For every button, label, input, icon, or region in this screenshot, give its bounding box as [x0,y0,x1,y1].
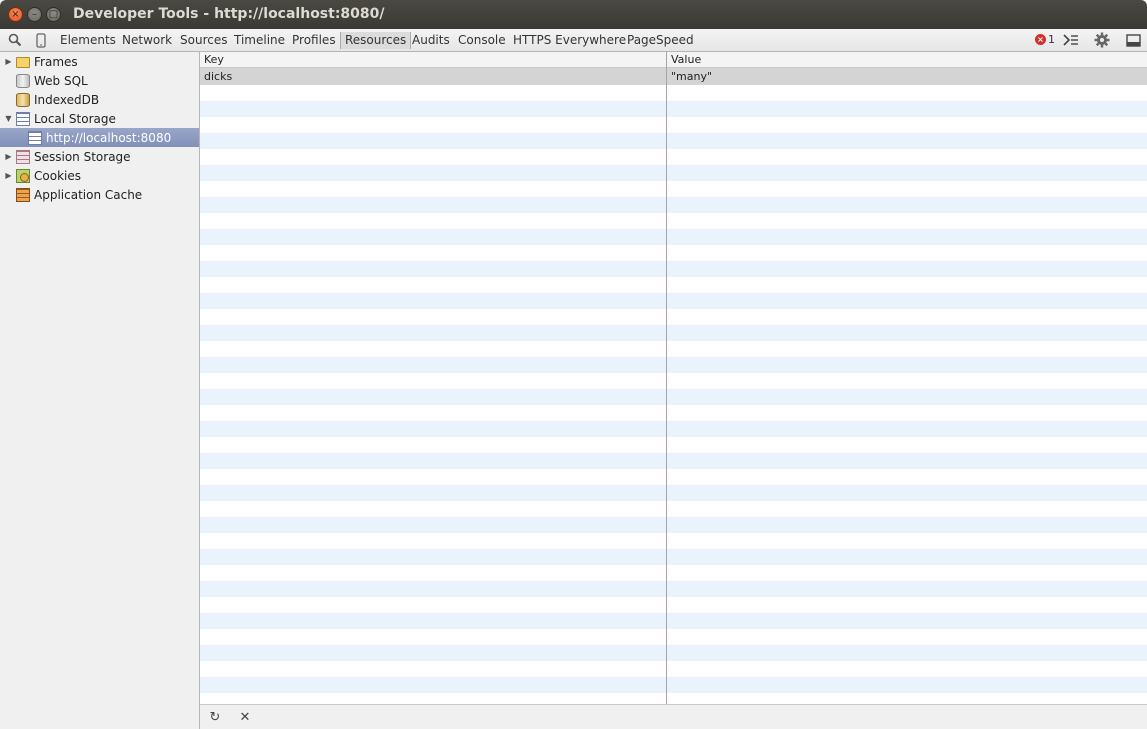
delete-icon: ✕ [239,709,251,725]
window-title: Developer Tools - http://localhost:8080/ [73,6,385,22]
console-drawer-icon[interactable] [1063,32,1079,48]
storage-data-grid: Key Value dicks "many" [200,52,1147,704]
delete-button[interactable]: ✕ [237,709,253,725]
devtools-toolbar: Elements Network Sources Timeline Profil… [0,29,1147,52]
folder-icon [16,57,30,68]
tab-elements[interactable]: Elements [56,32,120,49]
tab-profiles[interactable]: Profiles [288,32,340,49]
sidebar-item-label: http://localhost:8080 [46,130,172,145]
sidebar-item-cookies[interactable]: ▶ Cookies [0,166,199,185]
storage-grid-icon [16,149,30,164]
storage-statusbar: ↻ ✕ [200,704,1147,729]
search-icon[interactable] [7,32,23,48]
sidebar-item-frames[interactable]: ▶ Frames [0,52,199,71]
maximize-icon: □ [48,8,59,20]
error-counter[interactable]: × 1 [1035,33,1055,46]
resources-sidebar: ▶ Frames Web SQL IndexedDB ▼ Local Stora… [0,52,200,729]
disclosure-triangle[interactable]: ▶ [4,152,13,161]
refresh-icon: ↻ [209,709,221,725]
refresh-button[interactable]: ↻ [207,709,223,725]
grid-header: Key Value [200,52,1147,68]
sidebar-item-indexeddb[interactable]: IndexedDB [0,90,199,109]
tab-timeline[interactable]: Timeline [230,32,289,49]
sidebar-item-label: Session Storage [34,149,131,164]
database-icon [16,92,30,107]
disclosure-triangle[interactable]: ▶ [4,57,13,66]
disclosure-triangle[interactable]: ▶ [4,171,13,180]
cell-key[interactable]: dicks [200,68,232,85]
storage-grid-icon [16,111,30,126]
sidebar-item-local-storage[interactable]: ▼ Local Storage [0,109,199,128]
tab-network[interactable]: Network [118,32,176,49]
device-mode-icon[interactable] [33,32,49,48]
tab-audits[interactable]: Audits [408,32,454,49]
sidebar-item-localhost-8080[interactable]: http://localhost:8080 [0,128,199,147]
column-header-value[interactable]: Value [667,52,701,68]
tab-pagespeed[interactable]: PageSpeed [623,32,698,49]
sidebar-item-web-sql[interactable]: Web SQL [0,71,199,90]
cookie-icon [16,168,30,183]
storage-grid-icon [28,130,42,145]
sidebar-item-label: Frames [34,54,78,69]
sidebar-item-label: Web SQL [34,73,88,88]
tab-resources[interactable]: Resources [340,32,412,49]
minimize-icon: – [32,8,37,20]
column-header-key[interactable]: Key [200,52,224,68]
sidebar-item-session-storage[interactable]: ▶ Session Storage [0,147,199,166]
error-icon: × [1035,34,1046,45]
column-divider[interactable] [666,52,667,704]
close-icon: × [11,8,20,20]
dock-icon[interactable] [1125,32,1141,48]
sidebar-item-application-cache[interactable]: Application Cache [0,185,199,204]
error-count: 1 [1048,33,1055,46]
gear-icon[interactable] [1094,32,1110,48]
tab-sources[interactable]: Sources [176,32,231,49]
window-titlebar: × – □ Developer Tools - http://localhost… [0,0,1147,29]
sidebar-item-label: Local Storage [34,111,116,126]
sidebar-item-label: Application Cache [34,187,143,202]
minimize-window-button[interactable]: – [27,7,42,22]
close-window-button[interactable]: × [8,7,23,22]
sidebar-item-label: IndexedDB [34,92,100,107]
table-row[interactable]: dicks "many" [200,68,1147,85]
tab-console[interactable]: Console [454,32,510,49]
database-icon [16,73,30,88]
cell-value[interactable]: "many" [667,68,712,85]
disclosure-triangle[interactable]: ▼ [4,114,13,123]
tab-https-everywhere[interactable]: HTTPS Everywhere [509,32,630,49]
sidebar-item-label: Cookies [34,168,81,183]
maximize-window-button[interactable]: □ [46,7,61,22]
app-cache-icon [16,187,30,202]
